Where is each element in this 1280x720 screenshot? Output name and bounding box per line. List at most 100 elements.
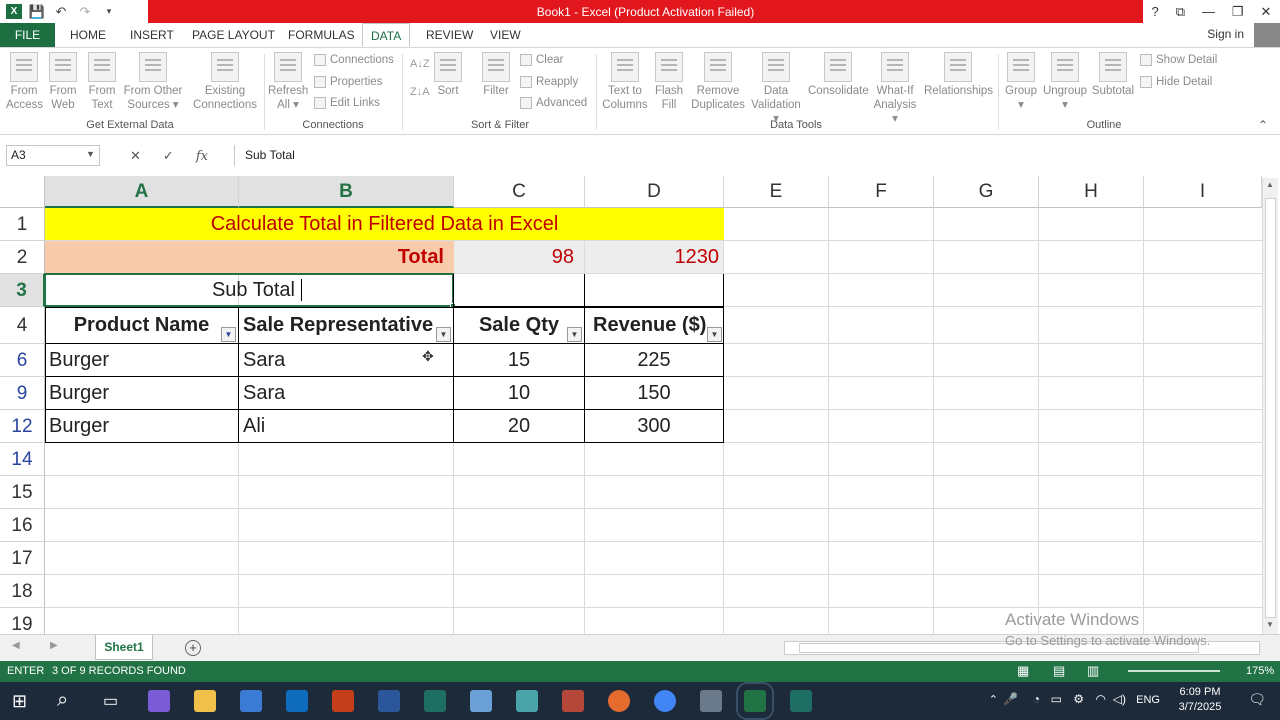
- powerpoint-icon[interactable]: [332, 690, 354, 712]
- sort-az-icon[interactable]: A↓Z: [410, 58, 430, 70]
- next-sheet-icon[interactable]: ▶: [50, 640, 58, 651]
- row-header-14[interactable]: 14: [0, 443, 45, 476]
- collapse-ribbon-icon[interactable]: ⌃: [1258, 118, 1268, 132]
- tab-view[interactable]: VIEW: [482, 23, 529, 47]
- column-header-d[interactable]: D: [585, 176, 724, 208]
- flash-fill-button[interactable]: Flash Fill: [652, 52, 686, 112]
- total-revenue-cell[interactable]: 1230: [585, 241, 723, 273]
- app-icon[interactable]: [790, 690, 812, 712]
- app-icon[interactable]: [424, 690, 446, 712]
- column-header-b[interactable]: B: [239, 176, 454, 208]
- redo-icon[interactable]: ↷: [76, 3, 94, 20]
- total-qty-cell[interactable]: 98: [454, 241, 584, 273]
- word-icon[interactable]: [378, 690, 400, 712]
- restore-button[interactable]: ❐: [1232, 4, 1244, 20]
- save-icon[interactable]: 💾: [28, 3, 46, 20]
- store-icon[interactable]: [240, 690, 262, 712]
- data-validation-button[interactable]: Data Validation ▾: [748, 52, 804, 126]
- row-header-18[interactable]: 18: [0, 575, 45, 608]
- formula-input[interactable]: Sub Total: [234, 145, 1274, 166]
- zoom-level[interactable]: 175%: [1246, 665, 1274, 677]
- undo-icon[interactable]: ↶: [52, 3, 70, 20]
- minimize-button[interactable]: —: [1202, 4, 1215, 19]
- windows-start-icon[interactable]: ⊞: [12, 691, 27, 712]
- column-header-g[interactable]: G: [934, 176, 1039, 208]
- insert-function-icon[interactable]: fx: [196, 149, 208, 164]
- relationships-button[interactable]: Relationships: [924, 52, 993, 98]
- tray-overflow-icon[interactable]: ⌃: [989, 693, 998, 706]
- app-icon[interactable]: [470, 690, 492, 712]
- tab-insert[interactable]: INSERT: [122, 23, 182, 47]
- task-view-icon[interactable]: ▭: [103, 691, 118, 711]
- subtotal-value-cells[interactable]: [454, 274, 724, 307]
- excel-taskbar-icon[interactable]: [736, 682, 774, 720]
- advanced-filter-button[interactable]: Advanced: [520, 97, 587, 109]
- mic-icon[interactable]: 🎤: [1003, 692, 1018, 706]
- row-header-15[interactable]: 15: [0, 476, 45, 509]
- tab-formulas[interactable]: FORMULAS: [280, 23, 363, 47]
- outlook-icon[interactable]: [286, 690, 308, 712]
- prev-sheet-icon[interactable]: ◀: [12, 640, 20, 651]
- scroll-thumb[interactable]: [1265, 198, 1276, 618]
- enter-check-icon[interactable]: ✓: [163, 148, 174, 164]
- notifications-icon[interactable]: 🗨: [1248, 691, 1266, 708]
- firefox-icon[interactable]: [608, 690, 630, 712]
- row-header-6[interactable]: 6: [0, 344, 45, 377]
- tray-icon[interactable]: ◔: [1033, 692, 1040, 706]
- row-header-3[interactable]: 3: [0, 274, 45, 307]
- sheet-title-cell[interactable]: Calculate Total in Filtered Data in Exce…: [45, 208, 724, 240]
- connections-button[interactable]: Connections: [314, 54, 394, 66]
- row-header-16[interactable]: 16: [0, 509, 45, 542]
- reapply-button[interactable]: Reapply: [520, 76, 578, 88]
- calculator-icon[interactable]: [700, 690, 722, 712]
- row-header-2[interactable]: 2: [0, 241, 45, 274]
- what-if-analysis-button[interactable]: What-If Analysis ▾: [870, 52, 920, 126]
- column-header-e[interactable]: E: [724, 176, 829, 208]
- tab-home[interactable]: HOME: [62, 23, 114, 47]
- copilot-icon[interactable]: [148, 690, 170, 712]
- column-header-a[interactable]: A: [45, 176, 239, 208]
- remove-duplicates-button[interactable]: Remove Duplicates: [690, 52, 746, 112]
- row-header-19[interactable]: 19: [0, 608, 45, 634]
- language-indicator[interactable]: ENG: [1136, 694, 1160, 706]
- avatar[interactable]: [1254, 23, 1280, 47]
- tab-data[interactable]: DATA: [362, 23, 411, 47]
- tab-file[interactable]: FILE: [0, 23, 55, 47]
- name-box-dropdown-icon[interactable]: ▼: [86, 149, 95, 159]
- row-header-9[interactable]: 9: [0, 377, 45, 410]
- from-other-sources-button[interactable]: From Other Sources ▾: [122, 52, 184, 112]
- row-header-1[interactable]: 1: [0, 208, 45, 241]
- help-button[interactable]: ?: [1151, 4, 1158, 19]
- refresh-all-button[interactable]: Refresh All ▾: [268, 52, 308, 112]
- battery-icon[interactable]: ▭: [1051, 692, 1062, 706]
- volume-icon[interactable]: ◁): [1113, 692, 1126, 706]
- add-sheet-icon[interactable]: +: [185, 640, 201, 656]
- subtotal-button[interactable]: Subtotal: [1090, 52, 1136, 98]
- sign-in-link[interactable]: Sign in: [1207, 27, 1244, 41]
- clock[interactable]: 6:09 PM 3/7/2025: [1170, 685, 1230, 715]
- ungroup-button[interactable]: Ungroup ▾: [1042, 52, 1088, 112]
- column-header-c[interactable]: C: [454, 176, 585, 208]
- normal-view-icon[interactable]: ▦: [1017, 663, 1029, 679]
- page-break-view-icon[interactable]: ▥: [1087, 663, 1099, 679]
- filter-button[interactable]: Filter: [480, 52, 512, 98]
- file-explorer-icon[interactable]: [194, 690, 216, 712]
- close-button[interactable]: ✕: [1261, 4, 1272, 20]
- customize-qat-icon[interactable]: ▾: [100, 3, 118, 20]
- wifi-icon[interactable]: ◠: [1096, 692, 1106, 706]
- existing-connections-button[interactable]: Existing Connections: [192, 52, 258, 112]
- sort-button[interactable]: Sort: [432, 52, 464, 98]
- chrome-icon[interactable]: [654, 690, 676, 712]
- zoom-slider[interactable]: [1128, 670, 1220, 672]
- ribbon-display-button[interactable]: ⧉: [1176, 4, 1185, 20]
- from-access-button[interactable]: From Access: [6, 52, 43, 112]
- clear-filter-button[interactable]: Clear: [520, 54, 563, 66]
- row-header-17[interactable]: 17: [0, 542, 45, 575]
- total-label-cell[interactable]: Total: [45, 241, 454, 273]
- row-header-4[interactable]: 4: [0, 307, 45, 344]
- tab-page-layout[interactable]: PAGE LAYOUT: [184, 23, 283, 47]
- text-to-columns-button[interactable]: Text to Columns: [600, 52, 650, 112]
- tab-review[interactable]: REVIEW: [418, 23, 481, 47]
- row-header-12[interactable]: 12: [0, 410, 45, 443]
- group-button[interactable]: Group ▾: [1002, 52, 1040, 112]
